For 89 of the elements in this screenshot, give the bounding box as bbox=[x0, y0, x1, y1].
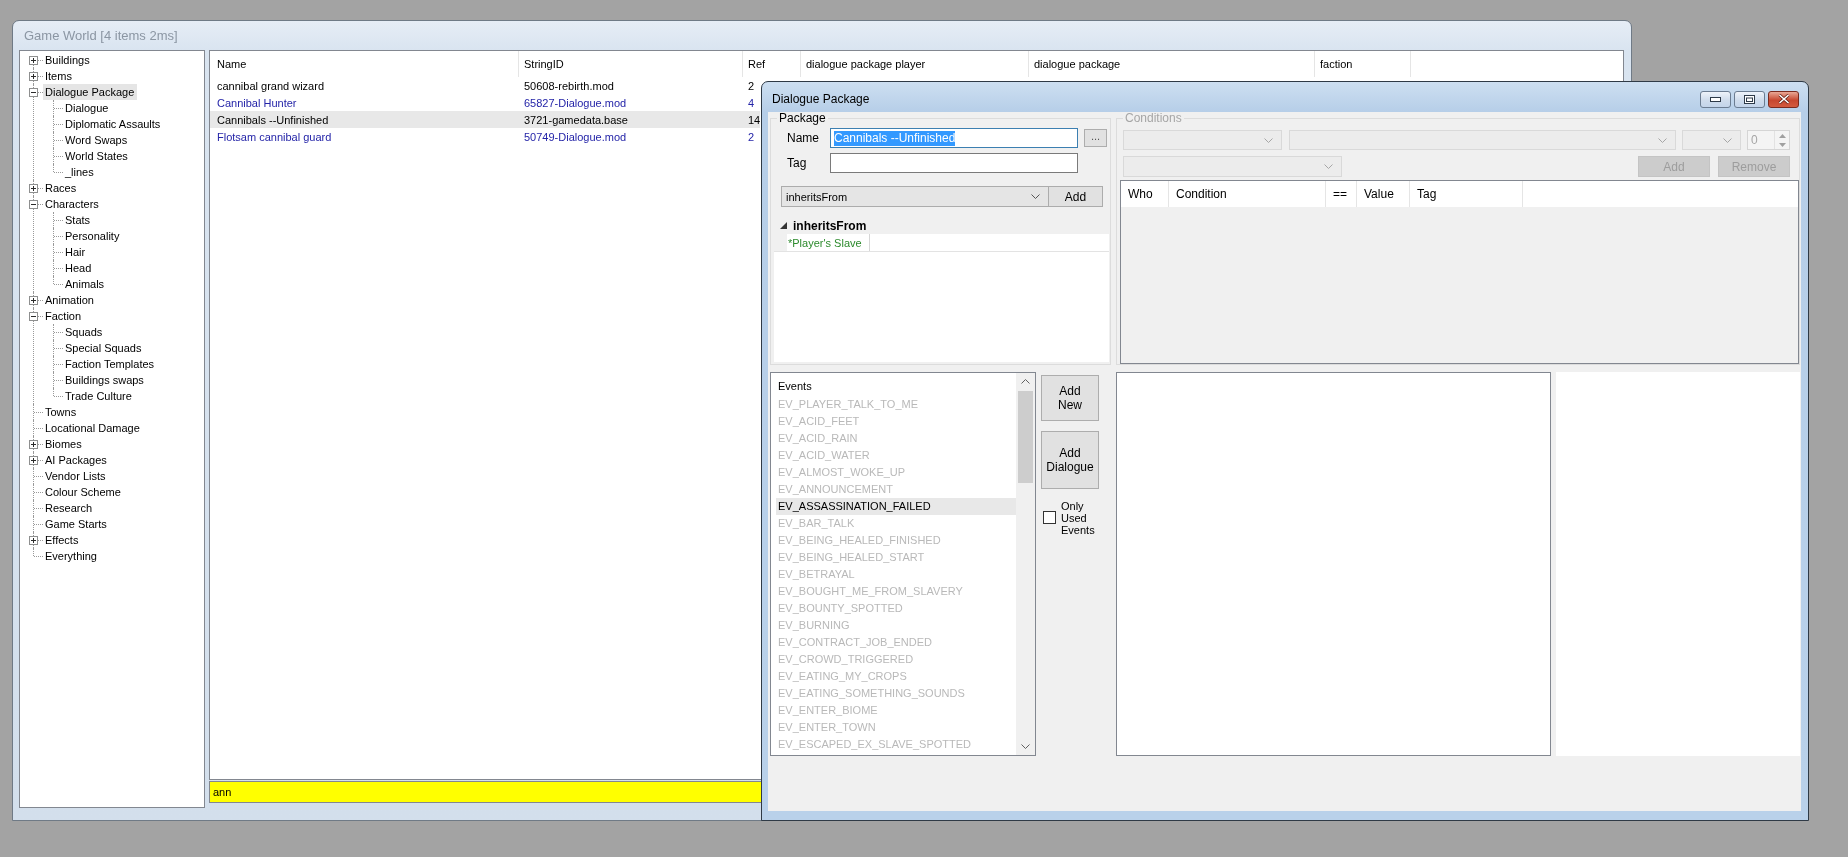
minimize-icon bbox=[1710, 96, 1721, 102]
maximize-button[interactable] bbox=[1734, 90, 1765, 108]
checkbox[interactable] bbox=[1043, 511, 1056, 524]
field-label: Tag bbox=[787, 156, 808, 170]
tree-item[interactable]: Faction bbox=[43, 308, 85, 324]
tree-item[interactable]: World States bbox=[63, 148, 131, 164]
tree-item[interactable]: Animation bbox=[43, 292, 97, 308]
tree-item[interactable]: Animals bbox=[63, 276, 108, 292]
chevron-down-icon bbox=[1324, 164, 1333, 169]
tree-item[interactable]: Trade Culture bbox=[63, 388, 135, 404]
tree-item[interactable]: Colour Scheme bbox=[43, 484, 124, 500]
tree-item[interactable]: Biomes bbox=[43, 436, 85, 452]
chevron-down-icon bbox=[1264, 137, 1273, 143]
scrollbar-thumb[interactable] bbox=[1018, 391, 1033, 483]
table-cell-text: cannibal grand wizard bbox=[216, 78, 325, 94]
tree-item[interactable]: Hair bbox=[63, 244, 89, 260]
add-button[interactable]: Add bbox=[1048, 186, 1103, 207]
expand-icon[interactable] bbox=[29, 72, 38, 81]
window-title: Dialogue Package bbox=[772, 92, 870, 106]
tree-item[interactable]: Head bbox=[63, 260, 95, 276]
chevron-down-icon bbox=[1723, 137, 1732, 143]
close-button[interactable] bbox=[1768, 90, 1799, 108]
table-cell-text: 65827-Dialogue.mod bbox=[523, 95, 628, 111]
close-icon bbox=[1777, 94, 1790, 104]
tree-item[interactable]: Diplomatic Assaults bbox=[63, 116, 164, 132]
table-cell: 3721-gamedata.base bbox=[519, 111, 743, 128]
collapse-icon[interactable] bbox=[29, 200, 38, 209]
collapse-icon[interactable] bbox=[29, 312, 38, 321]
minimize-button[interactable] bbox=[1700, 90, 1731, 108]
table-cell-text: 2 bbox=[747, 129, 755, 145]
chevron-down-icon bbox=[1658, 137, 1667, 143]
checkbox-label[interactable]: Only Used Events bbox=[1061, 500, 1099, 536]
add-new-button[interactable]: Add New bbox=[1041, 375, 1099, 421]
table-cell-text: Flotsam cannibal guard bbox=[216, 129, 333, 145]
add-dialogue-button[interactable]: Add Dialogue bbox=[1041, 431, 1099, 489]
browse-button[interactable]: ... bbox=[1084, 129, 1107, 147]
expand-icon[interactable] bbox=[29, 456, 38, 465]
table-cell: 14 bbox=[743, 111, 761, 128]
list-header: Events bbox=[777, 379, 813, 394]
tree-item[interactable]: Special Squads bbox=[63, 340, 145, 356]
caret-up-icon[interactable] bbox=[1021, 379, 1030, 384]
tree-item[interactable]: Towns bbox=[43, 404, 80, 420]
tree-item[interactable]: Word Swaps bbox=[63, 132, 131, 148]
type-dropdown[interactable]: inheritsFrom bbox=[781, 186, 1049, 207]
tree-item[interactable]: Buildings bbox=[43, 52, 93, 68]
tree-item[interactable]: Stats bbox=[63, 212, 94, 228]
collapse-triangle-icon[interactable] bbox=[780, 222, 787, 229]
tree-item[interactable]: Everything bbox=[43, 548, 100, 564]
tree-item[interactable]: Faction Templates bbox=[63, 356, 158, 372]
caret-down-icon[interactable] bbox=[1021, 744, 1030, 749]
tree-item[interactable]: Dialogue Package bbox=[43, 84, 138, 100]
tree-item[interactable]: Locational Damage bbox=[43, 420, 143, 436]
tree-item[interactable]: Game Starts bbox=[43, 516, 110, 532]
category-label: inheritsFrom bbox=[793, 218, 867, 233]
table-cell-text: 50749-Dialogue.mod bbox=[523, 129, 628, 145]
window-title: Game World [4 items 2ms] bbox=[24, 28, 178, 43]
table-cell-text: 2 bbox=[747, 78, 755, 94]
table-cell-text: Cannibal Hunter bbox=[216, 95, 298, 111]
expand-icon[interactable] bbox=[29, 184, 38, 193]
tree-item[interactable]: Vendor Lists bbox=[43, 468, 109, 484]
tree-item[interactable]: _lines bbox=[63, 164, 97, 180]
group-title: Conditions bbox=[1124, 112, 1183, 125]
tree-item[interactable]: Buildings swaps bbox=[63, 372, 147, 388]
table-cell-text: 4 bbox=[747, 95, 755, 111]
scrollbar-track[interactable] bbox=[1016, 373, 1035, 755]
tree-item[interactable]: Races bbox=[43, 180, 80, 196]
list-item[interactable]: EV_ASSASSINATION_FAILED bbox=[776, 498, 1016, 515]
tag-field[interactable] bbox=[830, 153, 1078, 173]
chevron-down-icon bbox=[1031, 194, 1040, 199]
maximize-icon bbox=[1744, 94, 1755, 104]
tree-item[interactable]: Research bbox=[43, 500, 96, 516]
tree-item[interactable]: Characters bbox=[43, 196, 102, 212]
expand-icon[interactable] bbox=[29, 296, 38, 305]
group-title: Package bbox=[778, 112, 827, 125]
tree-item[interactable]: Squads bbox=[63, 324, 106, 340]
field-label: Name bbox=[787, 131, 820, 145]
tree-item[interactable]: Dialogue bbox=[63, 100, 112, 116]
table-cell-text: 50608-rebirth.mod bbox=[523, 78, 615, 94]
collapse-icon[interactable] bbox=[29, 88, 38, 97]
property-value-field[interactable] bbox=[869, 234, 1109, 251]
tree-item[interactable]: Personality bbox=[63, 228, 123, 244]
expand-icon[interactable] bbox=[29, 440, 38, 449]
tree-item[interactable]: Effects bbox=[43, 532, 82, 548]
expand-icon[interactable] bbox=[29, 56, 38, 65]
property-name[interactable]: *Player's Slave bbox=[787, 234, 869, 251]
tree-item[interactable]: AI Packages bbox=[43, 452, 110, 468]
table-cell: Cannibals --Unfinished bbox=[210, 111, 519, 128]
expand-icon[interactable] bbox=[29, 536, 38, 545]
tree-item[interactable]: Items bbox=[43, 68, 75, 84]
